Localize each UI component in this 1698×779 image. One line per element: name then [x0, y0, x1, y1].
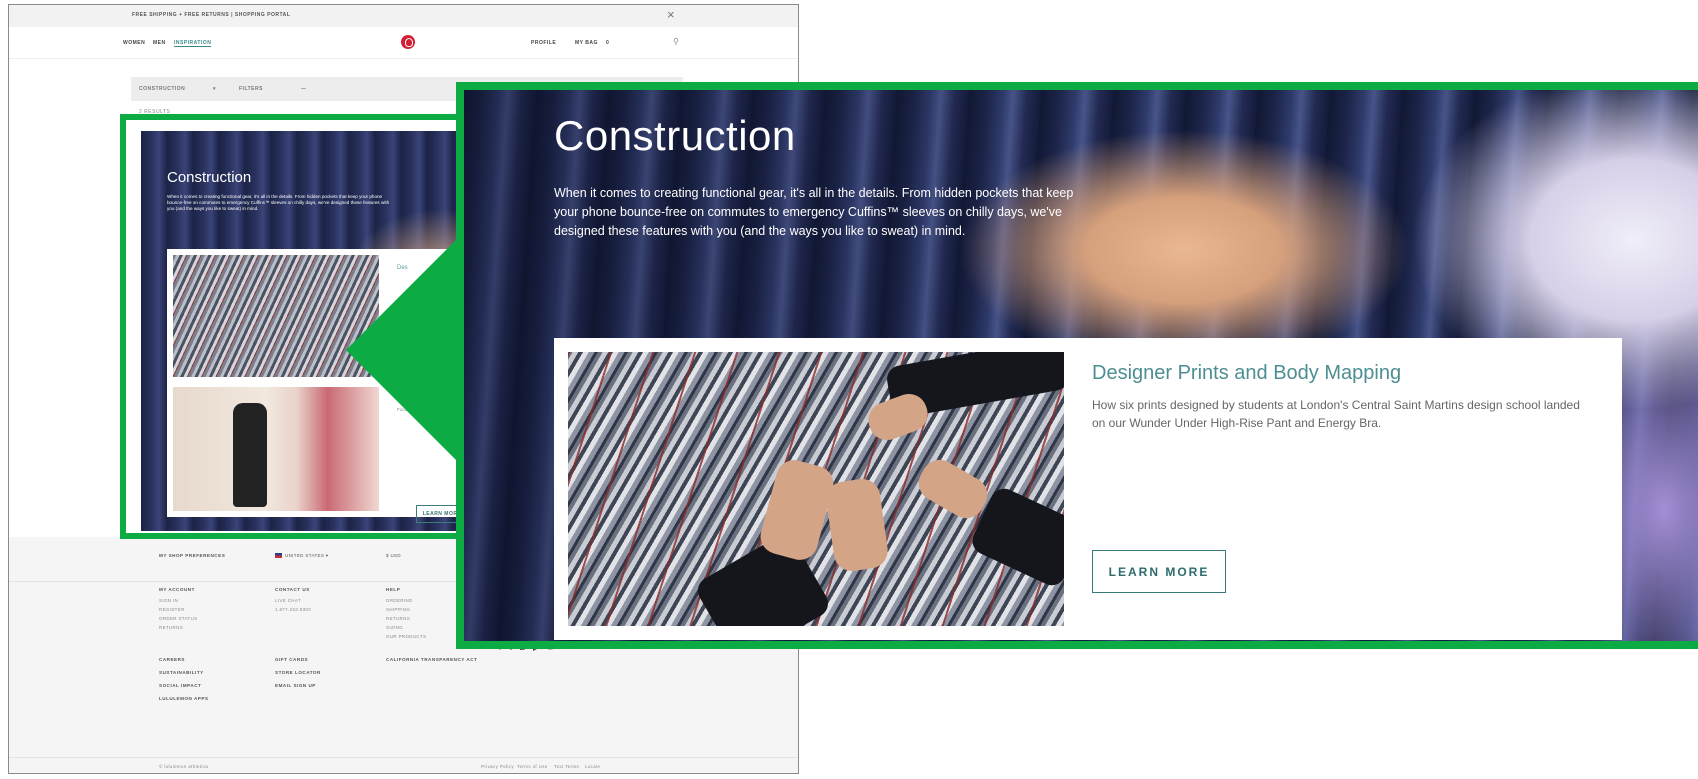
- footer-link[interactable]: STORE LOCATOR: [275, 670, 321, 675]
- footer-link[interactable]: ORDERING: [386, 598, 413, 603]
- footer-link[interactable]: SIGN IN: [159, 598, 178, 603]
- footer-link[interactable]: 1.877.263.9300: [275, 607, 311, 612]
- article-card[interactable]: Designer Prints and Body Mapping How six…: [554, 338, 1622, 640]
- nav-women[interactable]: WOMEN: [123, 40, 145, 46]
- footer-link[interactable]: CALIFORNIA TRANSPARENCY ACT: [386, 657, 477, 662]
- footer-link[interactable]: ORDER STATUS: [159, 616, 198, 621]
- article-description: How six prints designed by students at L…: [1092, 398, 1580, 430]
- filters-caret-icon[interactable]: —: [301, 86, 307, 92]
- promo-text: FREE SHIPPING + FREE RETURNS | SHOPPING …: [132, 12, 291, 18]
- canvas: FREE SHIPPING + FREE RETURNS | SHOPPING …: [0, 0, 1698, 779]
- bag-count: 0: [606, 40, 610, 46]
- close-icon[interactable]: ×: [667, 8, 675, 21]
- footer-link[interactable]: RETURNS: [386, 616, 410, 621]
- top-nav: WOMEN MEN INSPIRATION PROFILE MY BAG 0 ⚲: [9, 27, 798, 59]
- footer-link[interactable]: REGISTER: [159, 607, 185, 612]
- footer-link[interactable]: LULULEMON APPS: [159, 696, 208, 701]
- footer-link[interactable]: SOCIAL IMPACT: [159, 683, 201, 688]
- learn-more-button[interactable]: LEARN MORE: [1092, 550, 1226, 593]
- footer-heading: MY ACCOUNT: [159, 587, 195, 592]
- us-flag-icon: [275, 553, 282, 559]
- footer-link[interactable]: EMAIL SIGN UP: [275, 683, 316, 688]
- nav-inspiration[interactable]: INSPIRATION: [174, 40, 212, 47]
- footer-link[interactable]: SHIPPING: [386, 607, 410, 612]
- footer-link[interactable]: GIFT CARDS: [275, 657, 308, 662]
- legal-link[interactable]: Terms of Use: [517, 764, 548, 769]
- hero-body: When it comes to creating functional gea…: [554, 186, 1074, 238]
- country-label: UNITED STATES: [285, 553, 325, 558]
- footer-heading: CONTACT US: [275, 587, 310, 592]
- hand-image: [756, 456, 838, 564]
- legal-link[interactable]: Text Terms: [554, 764, 579, 769]
- promo-bar: FREE SHIPPING + FREE RETURNS | SHOPPING …: [9, 5, 798, 27]
- bag-link[interactable]: MY BAG: [575, 40, 598, 46]
- category-select[interactable]: CONSTRUCTION: [139, 86, 185, 92]
- chevron-down-icon[interactable]: ▾: [213, 86, 216, 92]
- search-icon[interactable]: ⚲: [673, 37, 679, 46]
- footer-link[interactable]: RETURNS: [159, 625, 183, 630]
- footer-link[interactable]: SIZING: [386, 625, 403, 630]
- hero-title: Construction: [554, 112, 796, 159]
- callout-pointer: [346, 230, 466, 470]
- lululemon-logo-icon[interactable]: [401, 35, 415, 49]
- legal-link[interactable]: Locale: [585, 764, 600, 769]
- hand-image: [824, 476, 890, 574]
- profile-link[interactable]: PROFILE: [531, 40, 556, 46]
- footer-link[interactable]: SUSTAINABILITY: [159, 670, 204, 675]
- shop-preferences-label: MY SHOP PREFERENCES: [159, 553, 226, 558]
- legal-bar: © lululemon athletica Privacy Policy Ter…: [9, 757, 798, 773]
- legal-link[interactable]: Privacy Policy: [481, 764, 514, 769]
- nav-men[interactable]: MEN: [153, 40, 166, 46]
- zoomed-hero: Construction When it comes to creating f…: [456, 82, 1698, 649]
- footer-heading: HELP: [386, 587, 401, 592]
- hand-image: [912, 453, 994, 525]
- footer-link[interactable]: LIVE CHAT: [275, 598, 301, 603]
- filters-toggle[interactable]: FILTERS: [239, 86, 263, 92]
- article-image: [568, 352, 1064, 626]
- article-title-link[interactable]: Designer Prints and Body Mapping: [1092, 362, 1401, 385]
- country-select[interactable]: UNITED STATES ▾: [275, 553, 328, 559]
- copyright: © lululemon athletica: [159, 764, 209, 769]
- footer-link[interactable]: OUR PRODUCTS: [386, 634, 426, 639]
- currency-select[interactable]: $ USD: [386, 553, 401, 558]
- footer-link[interactable]: CAREERS: [159, 657, 185, 662]
